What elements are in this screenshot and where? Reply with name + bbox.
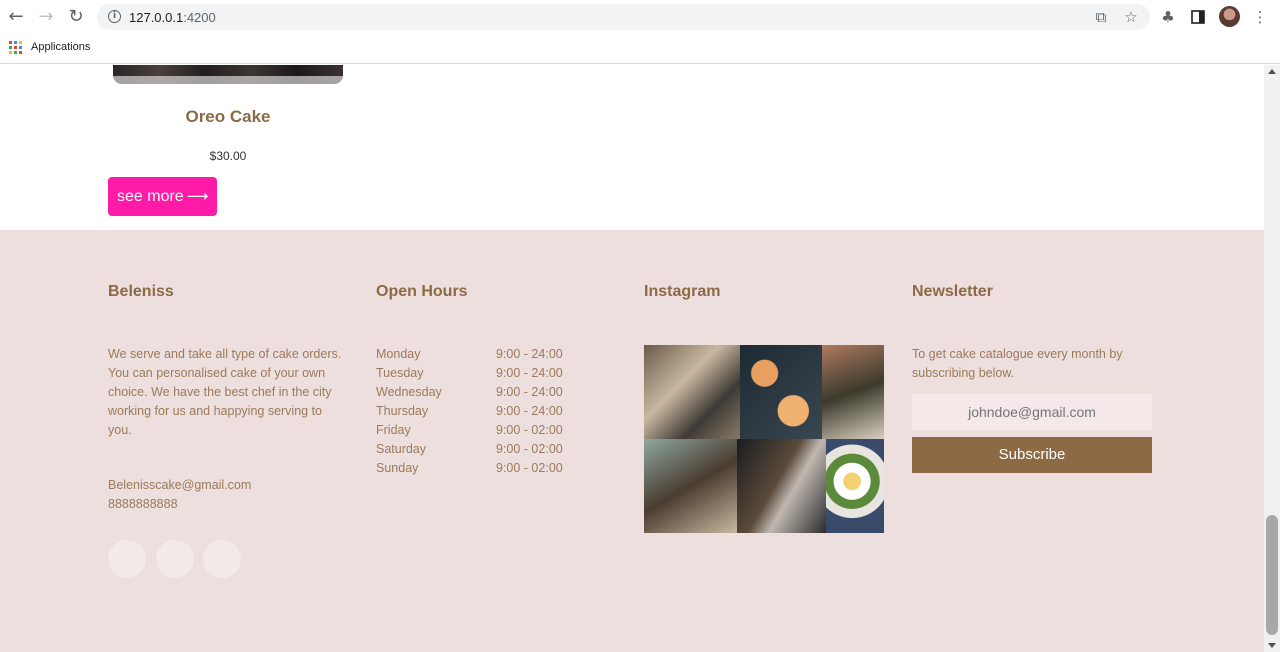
hours-row: Monday 9:00 - 24:00 (376, 345, 563, 364)
star-icon[interactable]: ☆ (1122, 8, 1140, 26)
instagram-gallery (644, 345, 884, 533)
url-text[interactable]: 127.0.0.1:4200 (129, 10, 216, 25)
hours-row: Wednesday 9:00 - 24:00 (376, 383, 563, 402)
instagram-photo[interactable] (737, 439, 826, 533)
footer-hours-heading: Open Hours (376, 283, 468, 300)
footer-email[interactable]: Belenisscake@gmail.com (108, 476, 251, 495)
profile-avatar[interactable] (1219, 6, 1240, 27)
hours-time: 9:00 - 02:00 (496, 442, 563, 456)
social-icon-2[interactable] (156, 540, 194, 578)
footer-brand-heading: Beleniss (108, 283, 174, 300)
instagram-photo[interactable] (644, 439, 737, 533)
info-icon[interactable]: i (108, 10, 121, 23)
extensions-puzzle-icon[interactable]: ♣ (1158, 7, 1178, 27)
bookmark-applications[interactable]: Applications (31, 41, 90, 53)
hours-row: Thursday 9:00 - 24:00 (376, 402, 563, 421)
instagram-photo[interactable] (826, 439, 884, 533)
scroll-down-arrow-icon[interactable] (1268, 643, 1276, 648)
apps-grid-icon[interactable] (9, 41, 22, 54)
forward-arrow-icon[interactable]: → (35, 6, 57, 28)
see-more-button[interactable]: see more ⟶ (108, 177, 217, 216)
hours-time: 9:00 - 02:00 (496, 461, 563, 475)
product-image[interactable] (113, 65, 343, 84)
hours-day: Wednesday (376, 385, 442, 399)
back-arrow-icon[interactable]: ← (5, 6, 27, 28)
product-price: $30.00 (209, 149, 247, 163)
product-name: Oreo Cake (185, 107, 271, 126)
scrollbar-thumb[interactable] (1266, 515, 1278, 635)
hours-day: Thursday (376, 404, 429, 418)
open-hours-list: Monday 9:00 - 24:00 Tuesday 9:00 - 24:00 W… (376, 345, 563, 478)
arrow-right-icon: ⟶ (186, 187, 209, 205)
share-icon[interactable]: ⧉ (1092, 8, 1110, 26)
bookmarks-bar: Applications (0, 34, 1280, 64)
hours-row: Sunday 9:00 - 02:00 (376, 459, 563, 478)
browser-toolbar: ← → ↻ i 127.0.0.1:4200 ⧉ ☆ ♣ ⋮ (0, 0, 1280, 34)
newsletter-email-input[interactable] (912, 394, 1152, 430)
site-footer: Beleniss We serve and take all type of c… (0, 230, 1264, 652)
see-more-label: see more (117, 188, 184, 205)
subscribe-button[interactable]: Subscribe (912, 437, 1152, 473)
footer-phone: 8888888888 (108, 497, 178, 511)
address-bar[interactable]: i 127.0.0.1:4200 ⧉ ☆ (97, 4, 1150, 30)
hours-time: 9:00 - 24:00 (496, 366, 563, 380)
instagram-photo[interactable] (822, 345, 884, 439)
scroll-up-arrow-icon[interactable] (1268, 69, 1276, 74)
hours-row: Saturday 9:00 - 02:00 (376, 440, 563, 459)
side-panel-icon[interactable] (1188, 7, 1208, 27)
hours-time: 9:00 - 24:00 (496, 404, 563, 418)
hours-day: Tuesday (376, 366, 424, 380)
reload-icon[interactable]: ↻ (65, 6, 87, 28)
social-icon-1[interactable] (108, 540, 146, 578)
page-scrollbar[interactable] (1264, 65, 1280, 652)
hours-row: Tuesday 9:00 - 24:00 (376, 364, 563, 383)
browser-menu-icon[interactable]: ⋮ (1250, 7, 1270, 27)
hours-day: Friday (376, 423, 411, 437)
hours-time: 9:00 - 24:00 (496, 385, 563, 399)
hours-day: Monday (376, 347, 421, 361)
instagram-photo[interactable] (644, 345, 740, 439)
footer-newsletter-heading: Newsletter (912, 283, 993, 300)
instagram-photo[interactable] (740, 345, 822, 439)
hours-day: Sunday (376, 461, 419, 475)
hours-time: 9:00 - 02:00 (496, 423, 563, 437)
hours-row: Friday 9:00 - 02:00 (376, 421, 563, 440)
footer-contact: Belenisscake@gmail.com 8888888888 (108, 476, 251, 514)
footer-about-text: We serve and take all type of cake order… (108, 347, 342, 437)
newsletter-description: To get cake catalogue every month by sub… (912, 347, 1123, 380)
footer-instagram-heading: Instagram (644, 283, 721, 300)
hours-time: 9:00 - 24:00 (496, 347, 563, 361)
social-icon-3[interactable] (203, 540, 241, 578)
hours-day: Saturday (376, 442, 427, 456)
page-viewport: Oreo Cake $30.00 see more ⟶ Beleniss We s… (0, 65, 1264, 652)
